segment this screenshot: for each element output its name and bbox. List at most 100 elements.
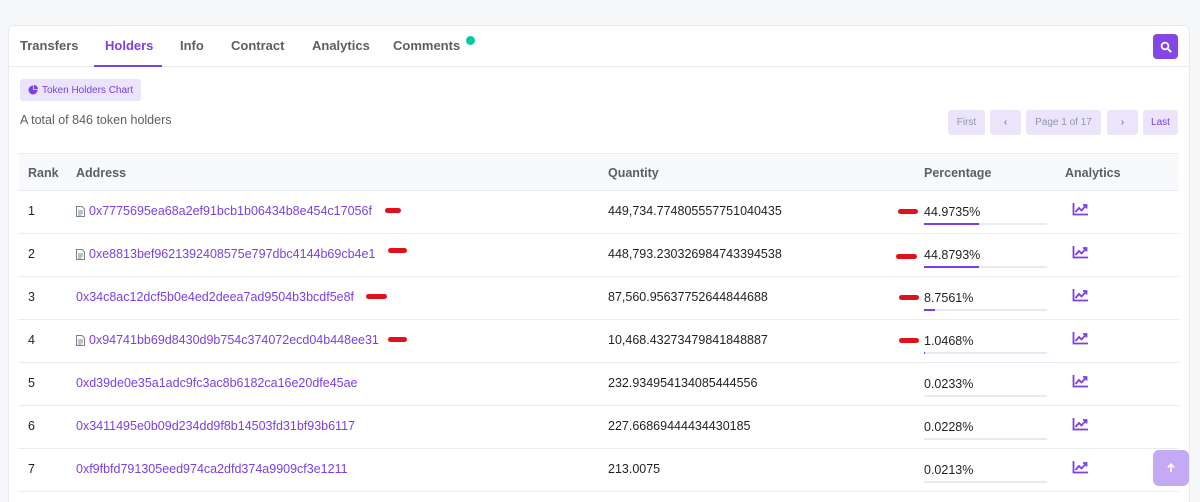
holder-address-link[interactable]: 0xe8813bef9621392408575e797dbc4144b69cb4…	[76, 247, 375, 261]
holders-table: Rank Address Quantity Percentage Analyti…	[19, 153, 1179, 492]
chart-button-label: Token Holders Chart	[42, 84, 134, 96]
holder-address-link[interactable]: 0x34c8ac12dcf5b0e4ed2deea7ad9504b3bcdf5e…	[76, 290, 354, 304]
percentage-cell: 44.8793%	[924, 246, 1047, 268]
holder-analytics-button[interactable]	[1072, 417, 1089, 436]
line-chart-icon	[1072, 289, 1088, 302]
active-tab-indicator	[94, 65, 162, 67]
percentage-cell: 0.0228%	[924, 418, 1047, 440]
tab-holders[interactable]: Holders	[105, 38, 153, 53]
pagination-last[interactable]: Last	[1143, 110, 1178, 135]
address-text: 0xf9fbfd791305eed974ca2dfd374a9909cf3e12…	[76, 462, 348, 476]
percentage-bar	[924, 352, 1047, 354]
pagination-first[interactable]: First	[948, 110, 985, 135]
rank-cell: 2	[28, 247, 35, 261]
percentage-bar-fill	[924, 352, 926, 354]
percentage-bar	[924, 223, 1047, 225]
red-annotation-mark	[899, 295, 919, 300]
rank-cell: 4	[28, 333, 35, 347]
holder-analytics-button[interactable]	[1072, 245, 1089, 264]
contract-file-icon	[76, 205, 85, 217]
pagination-page-info: Page 1 of 17	[1026, 110, 1101, 135]
token-holders-chart-button[interactable]: Token Holders Chart	[20, 79, 142, 101]
quantity-cell: 449,734.774805557751040435	[608, 204, 782, 218]
arrow-up-icon	[1167, 463, 1175, 472]
contract-file-icon	[76, 334, 85, 346]
percentage-cell: 0.0213%	[924, 461, 1047, 483]
search-icon	[1160, 41, 1172, 53]
table-row: 3 0x34c8ac12dcf5b0e4ed2deea7ad9504b3bcdf5…	[19, 277, 1179, 320]
scroll-to-top-button[interactable]	[1153, 450, 1189, 486]
holder-address-link[interactable]: 0xd39de0e35a1adc9fc3ac8b6182ca16e20dfe45…	[76, 376, 358, 390]
quantity-cell: 448,793.230326984743394538	[608, 247, 782, 261]
address-text: 0xe8813bef9621392408575e797dbc4144b69cb4…	[89, 247, 376, 261]
pie-chart-icon	[28, 85, 38, 95]
percentage-bar	[924, 395, 1047, 397]
address-text: 0xd39de0e35a1adc9fc3ac8b6182ca16e20dfe45…	[76, 376, 358, 390]
red-annotation-mark	[366, 294, 387, 299]
pagination-prev[interactable]: ‹	[990, 110, 1021, 135]
tab-transfers[interactable]: Transfers	[20, 38, 79, 53]
line-chart-icon	[1072, 203, 1088, 216]
header-analytics: Analytics	[1065, 166, 1121, 180]
rank-cell: 6	[28, 419, 35, 433]
percentage-text: 0.0228%	[924, 420, 974, 434]
tab-bar: Transfers Holders Info Contract Analytic…	[9, 26, 1189, 67]
red-annotation-mark	[896, 254, 917, 259]
percentage-bar-fill	[924, 266, 980, 268]
address-text: 0x3411495e0b09d234dd9f8b14503fd31bf93b61…	[76, 419, 355, 433]
search-button[interactable]	[1153, 34, 1178, 59]
percentage-text: 44.9735%	[924, 205, 981, 219]
holder-analytics-button[interactable]	[1072, 374, 1089, 393]
contract-file-icon	[76, 248, 85, 260]
rank-cell: 1	[28, 204, 35, 218]
percentage-bar-fill	[924, 309, 935, 311]
line-chart-icon	[1072, 332, 1088, 345]
tab-contract[interactable]: Contract	[231, 38, 284, 53]
holder-address-link[interactable]: 0x3411495e0b09d234dd9f8b14503fd31bf93b61…	[76, 419, 355, 433]
total-holders-text: A total of 846 token holders	[20, 113, 172, 127]
quantity-cell: 87,560.95637752644844688	[608, 290, 768, 304]
red-annotation-mark	[898, 209, 918, 214]
percentage-cell: 44.9735%	[924, 203, 1047, 225]
table-row: 5 0xd39de0e35a1adc9fc3ac8b6182ca16e20dfe4…	[19, 363, 1179, 406]
red-annotation-mark	[388, 337, 407, 342]
token-holders-card: Transfers Holders Info Contract Analytic…	[8, 25, 1190, 502]
holder-analytics-button[interactable]	[1072, 202, 1089, 221]
tab-info[interactable]: Info	[180, 38, 204, 53]
quantity-cell: 227.66869444434430185	[608, 419, 751, 433]
new-comments-dot	[466, 36, 475, 45]
holder-address-link[interactable]: 0xf9fbfd791305eed974ca2dfd374a9909cf3e12…	[76, 462, 348, 476]
holder-analytics-button[interactable]	[1072, 460, 1089, 479]
holder-analytics-button[interactable]	[1072, 288, 1089, 307]
percentage-text: 8.7561%	[924, 291, 974, 305]
percentage-bar-fill	[924, 223, 980, 225]
percentage-bar	[924, 266, 1047, 268]
pagination-next[interactable]: ›	[1107, 110, 1138, 135]
table-row: 1 0x7775695ea68a2ef91bcb1b06434b8e454c170…	[19, 191, 1179, 234]
percentage-cell: 1.0468%	[924, 332, 1047, 354]
line-chart-icon	[1072, 375, 1088, 388]
header-percentage: Percentage	[924, 166, 992, 180]
percentage-bar	[924, 481, 1047, 483]
header-address: Address	[76, 166, 127, 180]
line-chart-icon	[1072, 418, 1088, 431]
table-row: 2 0xe8813bef9621392408575e797dbc4144b69cb…	[19, 234, 1179, 277]
red-annotation-mark	[899, 338, 919, 343]
holder-address-link[interactable]: 0x7775695ea68a2ef91bcb1b06434b8e454c1705…	[76, 204, 372, 218]
red-annotation-mark	[385, 208, 401, 213]
red-annotation-mark	[388, 248, 407, 253]
quantity-cell: 232.934954134085444556	[608, 376, 758, 390]
holder-address-link[interactable]: 0x94741bb69d8430d9b754c374072ecd04b448ee…	[76, 333, 379, 347]
tab-comments[interactable]: Comments	[393, 38, 460, 53]
table-row: 6 0x3411495e0b09d234dd9f8b14503fd31bf93b6…	[19, 406, 1179, 449]
quantity-cell: 10,468.43273479841848887	[608, 333, 768, 347]
percentage-text: 44.8793%	[924, 248, 981, 262]
header-quantity: Quantity	[608, 166, 659, 180]
holder-analytics-button[interactable]	[1072, 331, 1089, 350]
table-row: 4 0x94741bb69d8430d9b754c374072ecd04b448e…	[19, 320, 1179, 363]
tab-analytics[interactable]: Analytics	[312, 38, 370, 53]
percentage-cell: 8.7561%	[924, 289, 1047, 311]
rank-cell: 5	[28, 376, 35, 390]
address-text: 0x7775695ea68a2ef91bcb1b06434b8e454c1705…	[89, 204, 372, 218]
table-header: Rank Address Quantity Percentage Analyti…	[19, 153, 1179, 191]
